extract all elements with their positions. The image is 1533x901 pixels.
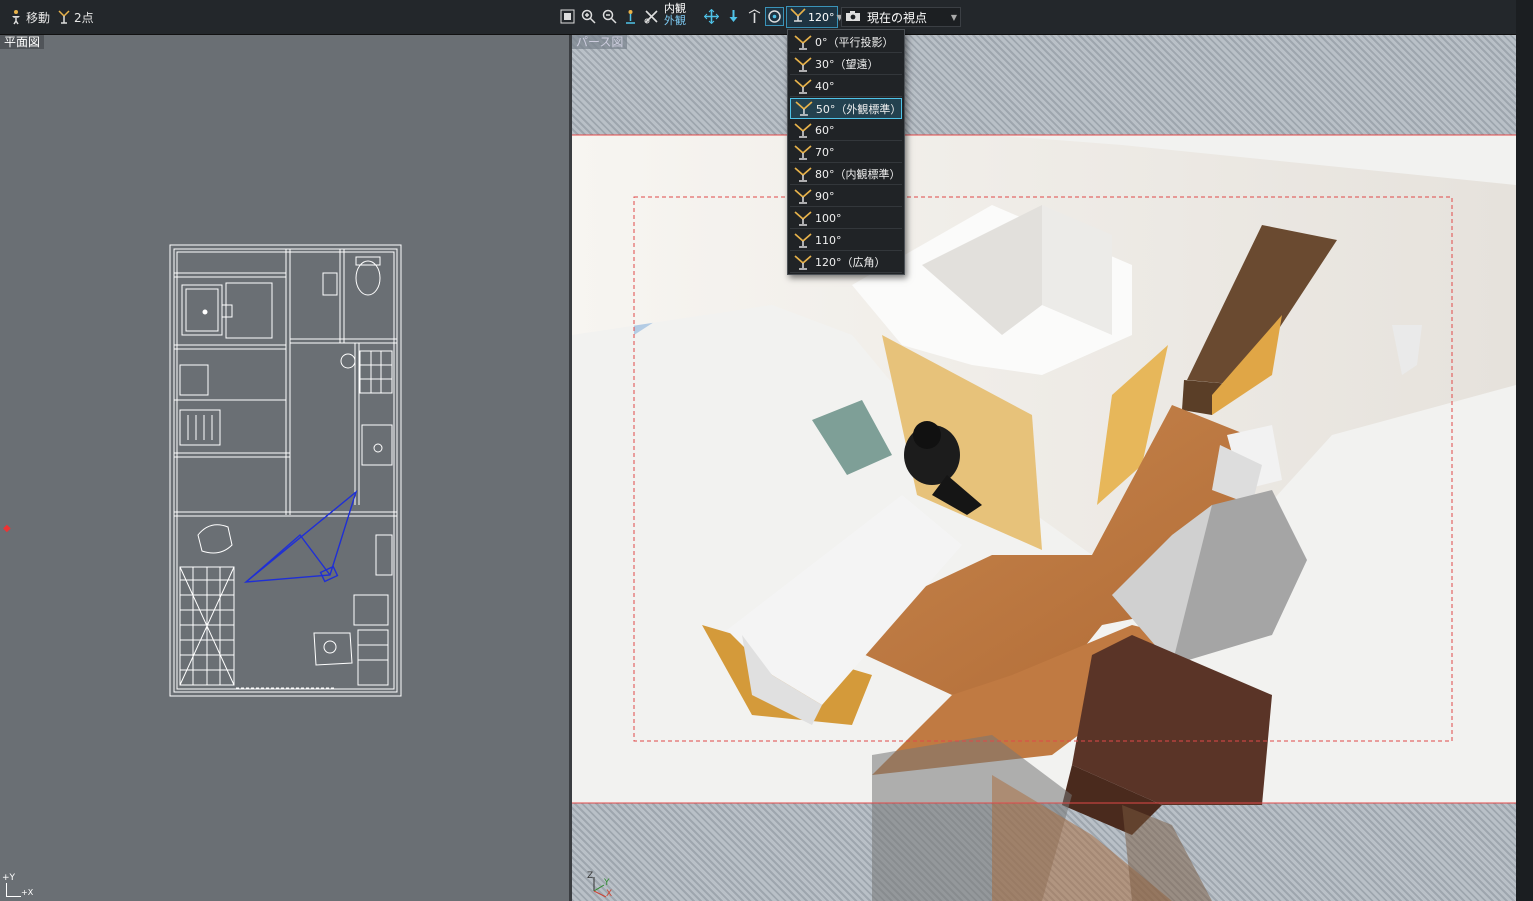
zoom-in-icon[interactable] <box>579 7 598 26</box>
persp-z-label: Z <box>587 871 594 881</box>
fov-option-label: 40° <box>815 79 835 93</box>
fov-option-label: 70° <box>815 145 835 159</box>
walker-icon <box>8 9 24 25</box>
fov-option[interactable]: 0°（平行投影） <box>790 32 902 53</box>
chevron-down-icon: ▼ <box>950 12 957 22</box>
fov-option-label: 90° <box>815 189 835 203</box>
viewpoint-select[interactable]: 現在の視点 ▼ <box>841 7 961 27</box>
plan-axis-indicator: +Y +X <box>2 873 33 897</box>
fov-option-label: 100° <box>815 211 842 225</box>
two-point-tool-button[interactable]: 2点 <box>56 6 94 28</box>
fov-icon <box>794 188 812 204</box>
persp-x-label: X <box>606 889 613 899</box>
plan-view-panel[interactable]: 平面図 ◆ +Y +X <box>0 35 569 901</box>
viewpoint-value: 現在の視点 <box>867 10 928 25</box>
fov-option[interactable]: 50°（外観標準） <box>790 98 902 119</box>
fov-option[interactable]: 100° <box>790 208 902 229</box>
fov-option[interactable]: 70° <box>790 142 902 163</box>
fov-icon <box>794 254 812 270</box>
fov-option[interactable]: 110° <box>790 230 902 251</box>
fov-icon <box>795 101 813 116</box>
outer-view-label: 外観 <box>664 14 686 27</box>
fov-icon <box>794 122 812 138</box>
orbit-icon[interactable] <box>765 7 784 26</box>
move-tool-label: 移動 <box>26 10 51 25</box>
fov-option[interactable]: 30°（望遠） <box>790 54 902 75</box>
fov-option-label: 60° <box>815 123 835 137</box>
fov-dropdown-menu: 0°（平行投影） 30°（望遠） 40° 50°（外観標準） 60° 70° 80°（内観標… <box>787 29 905 275</box>
fov-icon <box>794 144 812 160</box>
zoom-out-icon[interactable] <box>600 7 619 26</box>
fit-view-icon[interactable] <box>558 7 577 26</box>
fov-icon <box>794 56 812 72</box>
perspective-render <box>572 134 1516 901</box>
perspective-view-label: パース図 <box>572 35 628 49</box>
fov-dropdown-button[interactable]: 120° ▼ <box>786 6 843 28</box>
camera-tilt-icon[interactable] <box>745 7 764 26</box>
fov-icon <box>794 78 812 94</box>
persp-y-label: Y <box>604 878 610 888</box>
two-point-tool-label: 2点 <box>74 10 94 25</box>
walk-scissors-icon[interactable] <box>642 7 661 26</box>
move-tool-button[interactable]: 移動 <box>8 6 50 28</box>
fov-option-label: 80°（内観標準） <box>815 168 901 181</box>
svg-text:◆: ◆ <box>3 523 11 534</box>
fov-option-label: 50°（外観標準） <box>815 102 902 116</box>
two-point-icon <box>56 9 72 25</box>
fov-option[interactable]: 80°（内観標準） <box>790 164 902 185</box>
fov-option[interactable]: 40° <box>790 76 902 97</box>
fov-option-label: 110° <box>815 233 842 247</box>
fov-icon <box>790 8 806 26</box>
fov-option[interactable]: 90° <box>790 186 902 207</box>
fov-icon <box>794 232 812 248</box>
right-edge-bar <box>1516 0 1533 901</box>
plan-y-axis-label: +Y <box>2 873 16 883</box>
fov-icon <box>794 34 812 50</box>
move-down-icon[interactable] <box>724 7 743 26</box>
fov-icon <box>794 210 812 226</box>
fov-value: 120° <box>808 10 835 24</box>
fov-option-label: 0°（平行投影） <box>815 36 894 49</box>
perspective-view-panel[interactable]: パース図 Z Y X <box>572 35 1516 901</box>
fov-option-label: 30°（望遠） <box>815 58 879 71</box>
fov-icon <box>794 166 812 182</box>
perspective-axis-indicator: Z Y X <box>584 871 614 899</box>
main-toolbar: 移動 2点 内観 外観 120° ▼ 現在の視点 ▼ <box>0 0 1533 35</box>
eye-level-icon[interactable] <box>621 7 640 26</box>
fov-option[interactable]: 60° <box>790 120 902 141</box>
plan-x-axis-label: +X <box>21 888 34 897</box>
fov-option-label: 120°（広角） <box>815 256 886 269</box>
fov-option[interactable]: 120°（広角） <box>790 252 902 273</box>
pan-arrows-icon[interactable] <box>702 7 721 26</box>
inner-outer-view-toggle[interactable]: 内観 外観 <box>664 3 700 31</box>
floor-plan-drawing: ◆ <box>3 244 402 697</box>
camera-icon <box>845 10 861 25</box>
